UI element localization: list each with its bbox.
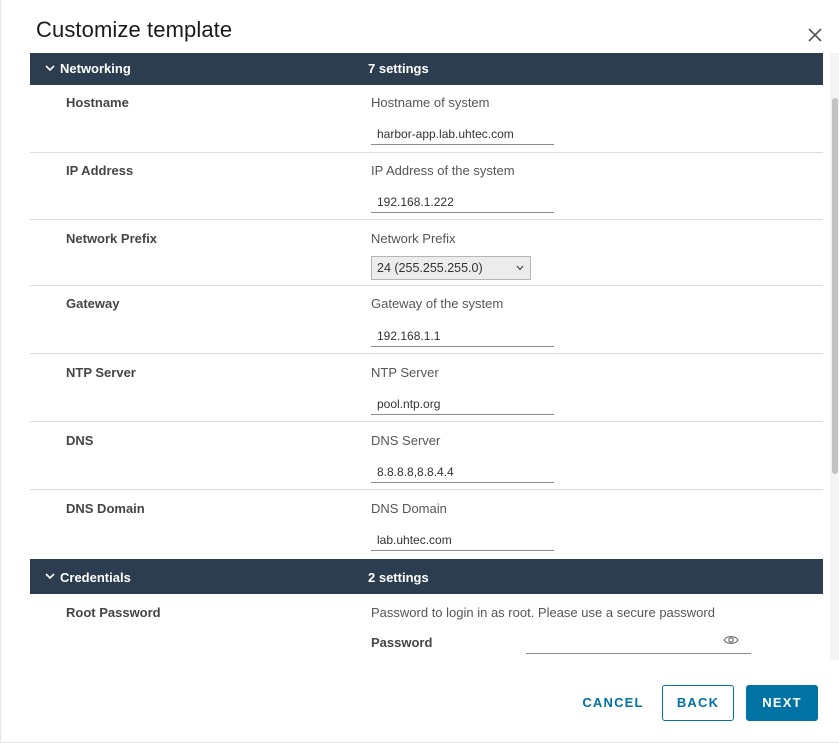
network-prefix-select[interactable]: 24 (255.255.255.0) xyxy=(371,256,531,280)
cancel-button[interactable]: CANCEL xyxy=(571,685,655,721)
setting-row-dns-domain: DNS Domain DNS Domain lab.uhtec.com xyxy=(30,490,823,559)
setting-label: Gateway xyxy=(66,296,120,311)
customize-template-dialog: Customize template Networking 7 settings… xyxy=(0,0,839,743)
password-field-label: Password xyxy=(371,635,433,650)
gateway-input[interactable]: 192.168.1.1 xyxy=(371,323,554,347)
setting-row-gateway: Gateway Gateway of the system 192.168.1.… xyxy=(30,286,823,354)
setting-description: Hostname of system xyxy=(371,95,490,110)
section-title: Credentials xyxy=(60,570,131,585)
back-button[interactable]: BACK xyxy=(662,685,734,721)
section-count: 7 settings xyxy=(368,61,429,76)
scrollbar[interactable] xyxy=(830,53,839,660)
dialog-title: Customize template xyxy=(36,17,233,42)
setting-row-network-prefix: Network Prefix Network Prefix 24 (255.25… xyxy=(30,220,823,286)
network-prefix-value: 24 (255.255.255.0) xyxy=(377,261,483,275)
setting-label: Hostname xyxy=(66,95,129,110)
ntp-server-input[interactable]: pool.ntp.org xyxy=(371,391,554,415)
eye-icon[interactable] xyxy=(723,634,739,646)
settings-list: Networking 7 settings Hostname Hostname … xyxy=(30,53,823,660)
setting-description: NTP Server xyxy=(371,365,439,380)
setting-label: DNS Domain xyxy=(66,501,145,516)
setting-row-dns: DNS DNS Server 8.8.8.8,8.8.4.4 xyxy=(30,422,823,490)
setting-label: Network Prefix xyxy=(66,231,158,246)
setting-label: DNS xyxy=(66,433,94,448)
setting-description: IP Address of the system xyxy=(371,163,515,178)
setting-description: Password to login in as root. Please use… xyxy=(371,605,715,620)
dns-domain-input[interactable]: lab.uhtec.com xyxy=(371,527,554,551)
ip-address-input[interactable]: 192.168.1.222 xyxy=(371,189,554,213)
setting-description: Gateway of the system xyxy=(371,296,504,311)
close-icon[interactable] xyxy=(806,26,824,44)
chevron-down-icon xyxy=(45,65,55,72)
setting-row-hostname: Hostname Hostname of system harbor-app.l… xyxy=(30,85,823,153)
chevron-down-icon xyxy=(516,265,524,271)
setting-label: NTP Server xyxy=(66,365,136,380)
setting-row-ip-address: IP Address IP Address of the system 192.… xyxy=(30,153,823,220)
setting-description: DNS Domain xyxy=(371,501,447,516)
setting-row-root-password: Root Password Password to login in as ro… xyxy=(30,594,823,660)
section-header-credentials[interactable]: Credentials 2 settings xyxy=(30,559,823,594)
setting-row-ntp-server: NTP Server NTP Server pool.ntp.org xyxy=(30,354,823,422)
section-count: 2 settings xyxy=(368,570,429,585)
scrollbar-thumb[interactable] xyxy=(832,98,838,474)
setting-description: DNS Server xyxy=(371,433,441,448)
setting-description: Network Prefix xyxy=(371,231,456,246)
section-header-networking[interactable]: Networking 7 settings xyxy=(30,53,823,85)
settings-scroll-area[interactable]: Networking 7 settings Hostname Hostname … xyxy=(30,53,839,660)
hostname-input[interactable]: harbor-app.lab.uhtec.com xyxy=(371,121,554,145)
setting-label: Root Password xyxy=(66,605,161,620)
setting-label: IP Address xyxy=(66,163,134,178)
dns-input[interactable]: 8.8.8.8,8.8.4.4 xyxy=(371,459,554,483)
chevron-down-icon xyxy=(45,573,55,580)
password-input[interactable] xyxy=(526,630,751,654)
next-button[interactable]: NEXT xyxy=(746,685,818,721)
section-title: Networking xyxy=(60,61,131,76)
